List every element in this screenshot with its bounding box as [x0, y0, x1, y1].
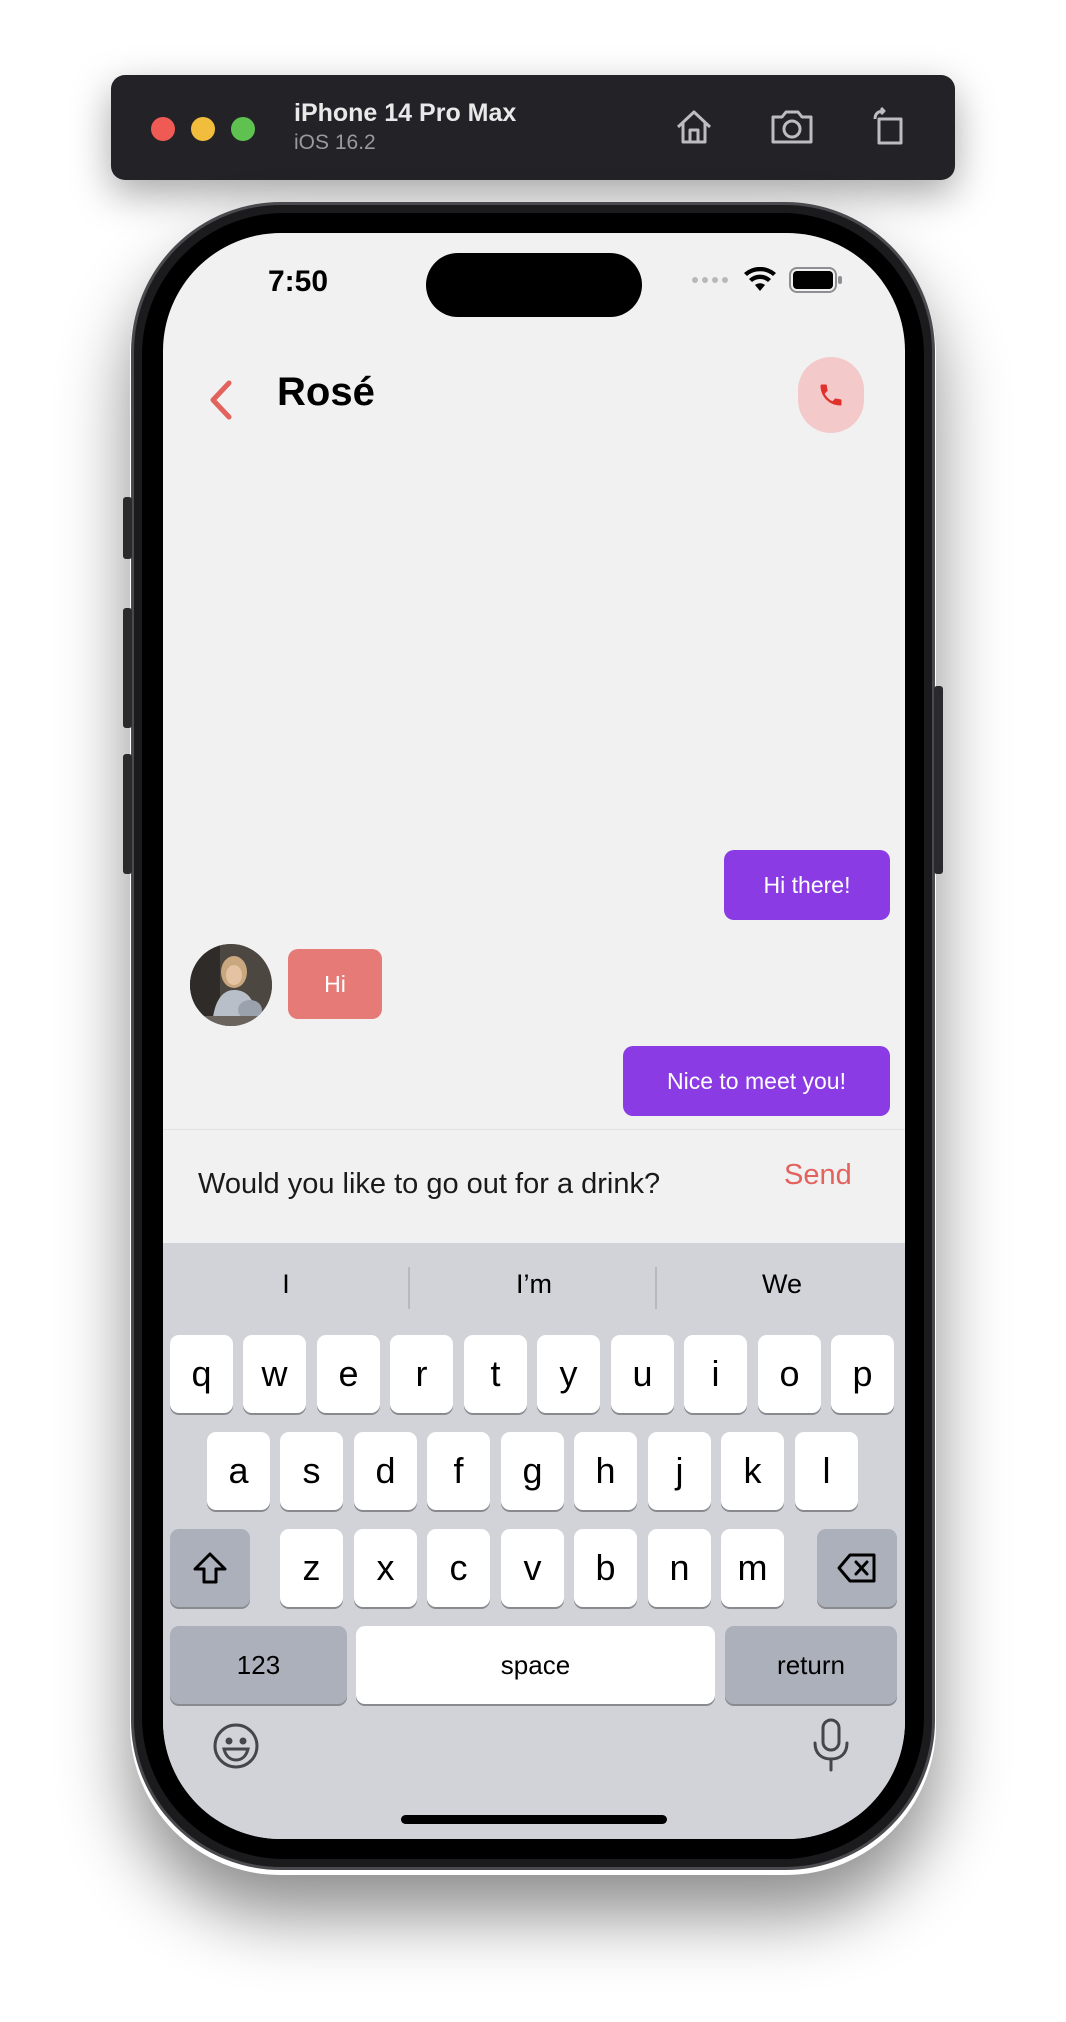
rotate-button[interactable]: [863, 101, 915, 153]
send-button[interactable]: Send: [784, 1159, 852, 1192]
close-window-button[interactable]: [151, 117, 175, 141]
key-d[interactable]: d: [354, 1432, 417, 1510]
key-c[interactable]: c: [427, 1529, 490, 1607]
message-text: Nice to meet you!: [667, 1067, 846, 1094]
key-v[interactable]: v: [501, 1529, 564, 1607]
simulator-title-bar: iPhone 14 Pro Max iOS 16.2: [111, 75, 955, 180]
message-bubble-incoming: Hi: [288, 949, 382, 1019]
home-button[interactable]: [668, 101, 720, 153]
key-r[interactable]: r: [390, 1335, 453, 1413]
key-b[interactable]: b: [574, 1529, 637, 1607]
return-key[interactable]: return: [725, 1626, 897, 1704]
back-button[interactable]: [201, 373, 241, 427]
status-icons: [691, 267, 843, 293]
key-f[interactable]: f: [427, 1432, 490, 1510]
status-time: 7:50: [268, 265, 329, 298]
shift-icon: [193, 1552, 227, 1584]
key-k[interactable]: k: [721, 1432, 784, 1510]
avatar-photo: [190, 944, 272, 1026]
suggestion-3[interactable]: We: [659, 1269, 905, 1300]
key-w[interactable]: w: [243, 1335, 306, 1413]
volume-down-button: [123, 754, 132, 874]
message-input[interactable]: Would you like to go out for a drink?: [198, 1168, 660, 1201]
avatar[interactable]: [190, 944, 272, 1026]
suggestion-separator: [655, 1267, 657, 1309]
key-q[interactable]: q: [170, 1335, 233, 1413]
device-name: iPhone 14 Pro Max: [294, 99, 517, 127]
message-text: Hi there!: [763, 871, 851, 898]
dictation-button[interactable]: [811, 1717, 851, 1773]
screenshot-button[interactable]: [766, 101, 818, 153]
key-m[interactable]: m: [721, 1529, 784, 1607]
phone-icon: [820, 384, 842, 406]
message-text: Hi: [324, 970, 346, 997]
signal-icon: [692, 277, 728, 283]
key-i[interactable]: i: [684, 1335, 747, 1413]
key-g[interactable]: g: [501, 1432, 564, 1510]
key-l[interactable]: l: [795, 1432, 858, 1510]
suggestion-separator: [408, 1267, 410, 1309]
message-bubble-outgoing: Nice to meet you!: [623, 1046, 890, 1116]
call-button[interactable]: [798, 357, 864, 433]
shift-key[interactable]: [170, 1529, 250, 1607]
emoji-button[interactable]: [211, 1721, 261, 1771]
chevron-left-icon: [210, 380, 232, 420]
minimize-window-button[interactable]: [191, 117, 215, 141]
wifi-icon: [744, 267, 776, 291]
key-s[interactable]: s: [280, 1432, 343, 1510]
space-key[interactable]: space: [356, 1626, 715, 1704]
key-o[interactable]: o: [758, 1335, 821, 1413]
suggestion-1[interactable]: I: [163, 1269, 409, 1300]
key-a[interactable]: a: [207, 1432, 270, 1510]
key-n[interactable]: n: [648, 1529, 711, 1607]
numbers-key[interactable]: 123: [170, 1626, 347, 1704]
key-e[interactable]: e: [317, 1335, 380, 1413]
dynamic-island: [426, 253, 642, 317]
volume-up-button: [123, 608, 132, 728]
emoji-icon: [213, 1723, 259, 1769]
phone-screen: 7:50 Rosé Hi there! Hi Nice to meet you!: [163, 233, 905, 1839]
battery-icon: [789, 267, 842, 293]
key-h[interactable]: h: [574, 1432, 637, 1510]
key-z[interactable]: z: [280, 1529, 343, 1607]
keyboard: I I’m We q w e r t y u i o p a s d f g h…: [163, 1243, 905, 1839]
home-indicator: [401, 1815, 667, 1824]
action-button: [123, 497, 132, 559]
composer-divider: [163, 1129, 905, 1130]
message-bubble-outgoing: Hi there!: [724, 850, 890, 920]
microphone-icon: [813, 1718, 849, 1772]
rotate-icon: [873, 107, 903, 145]
zoom-window-button[interactable]: [231, 117, 255, 141]
suggestion-2[interactable]: I’m: [411, 1269, 657, 1300]
key-x[interactable]: x: [354, 1529, 417, 1607]
delete-icon: [837, 1553, 876, 1583]
screenshot-icon: [771, 110, 813, 144]
conversation-title: Rosé: [277, 370, 375, 414]
home-icon: [676, 110, 712, 144]
key-j[interactable]: j: [648, 1432, 711, 1510]
key-y[interactable]: y: [537, 1335, 600, 1413]
os-version: iOS 16.2: [294, 131, 376, 154]
key-p[interactable]: p: [831, 1335, 894, 1413]
delete-key[interactable]: [817, 1529, 897, 1607]
key-u[interactable]: u: [611, 1335, 674, 1413]
key-t[interactable]: t: [464, 1335, 527, 1413]
power-button: [934, 686, 943, 874]
